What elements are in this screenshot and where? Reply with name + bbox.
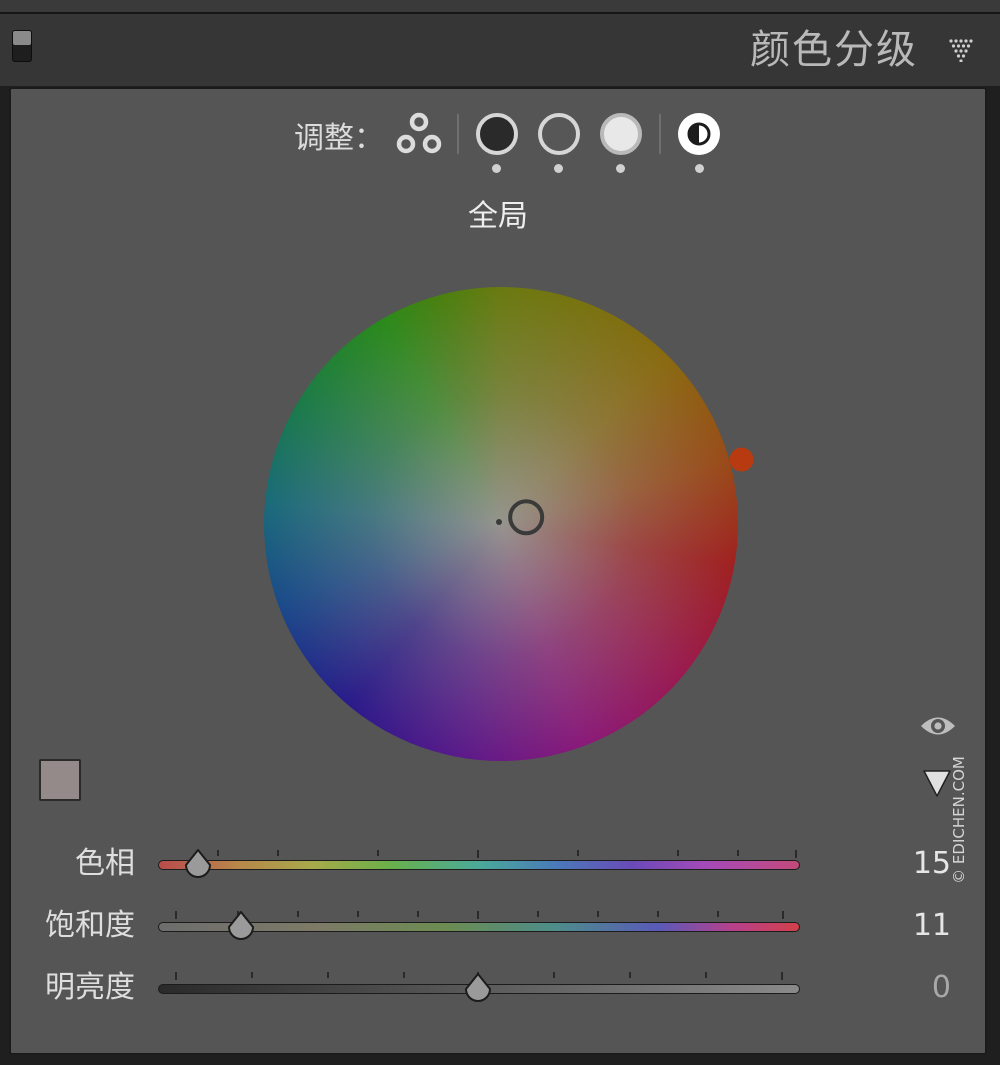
midtones-mode-icon[interactable] [536, 111, 582, 157]
hue-slider-ticks [217, 850, 797, 858]
hue-slider-track[interactable] [158, 860, 800, 870]
luminance-slider-label: 明亮度 [45, 970, 135, 1005]
hue-value[interactable]: 15 [871, 844, 951, 884]
saturation-value[interactable]: 11 [871, 906, 951, 946]
saturation-slider-label: 饱和度 [45, 908, 135, 943]
shadows-indicator-dot [492, 164, 501, 173]
saturation-marker[interactable] [508, 499, 545, 536]
hue-marker[interactable] [729, 447, 754, 472]
hue-slider-thumb[interactable] [183, 849, 213, 879]
mode-separator [457, 114, 459, 154]
top-panel-edge [0, 0, 1000, 14]
color-swatch[interactable] [39, 759, 81, 801]
wheel-center-dot [496, 519, 502, 525]
watermark-text: © EDICHEN.COM [950, 756, 968, 884]
mode-separator [659, 114, 661, 154]
adjust-label: 调整： [294, 121, 384, 156]
three-way-mode-icon[interactable] [393, 111, 445, 157]
highlights-mode-icon[interactable] [598, 111, 644, 157]
global-mode-icon[interactable] [675, 111, 723, 157]
shadows-mode-icon[interactable] [474, 111, 520, 157]
luminance-value[interactable]: 0 [871, 968, 951, 1008]
luminance-slider-thumb[interactable] [463, 973, 493, 1003]
global-indicator-dot [695, 164, 704, 173]
color-grading-panel: 调整： 全局 色相 15 饱和度 11 明亮度 0 [9, 87, 987, 1055]
hue-slider-label: 色相 [75, 846, 135, 881]
midtones-indicator-dot [554, 164, 563, 173]
region-label: 全局 [468, 199, 528, 234]
panel-toggle-switch[interactable] [12, 30, 32, 62]
color-wheel-overlay [496, 447, 754, 536]
watermark: © EDICHEN.COM [944, 745, 974, 895]
panel-menu-triangle-icon[interactable] [948, 38, 974, 62]
saturation-slider-thumb[interactable] [226, 911, 256, 941]
highlights-indicator-dot [616, 164, 625, 173]
panel-header[interactable]: 颜色分级 [0, 14, 1000, 86]
panel-title: 颜色分级 [750, 27, 918, 73]
eye-icon[interactable] [919, 713, 957, 739]
